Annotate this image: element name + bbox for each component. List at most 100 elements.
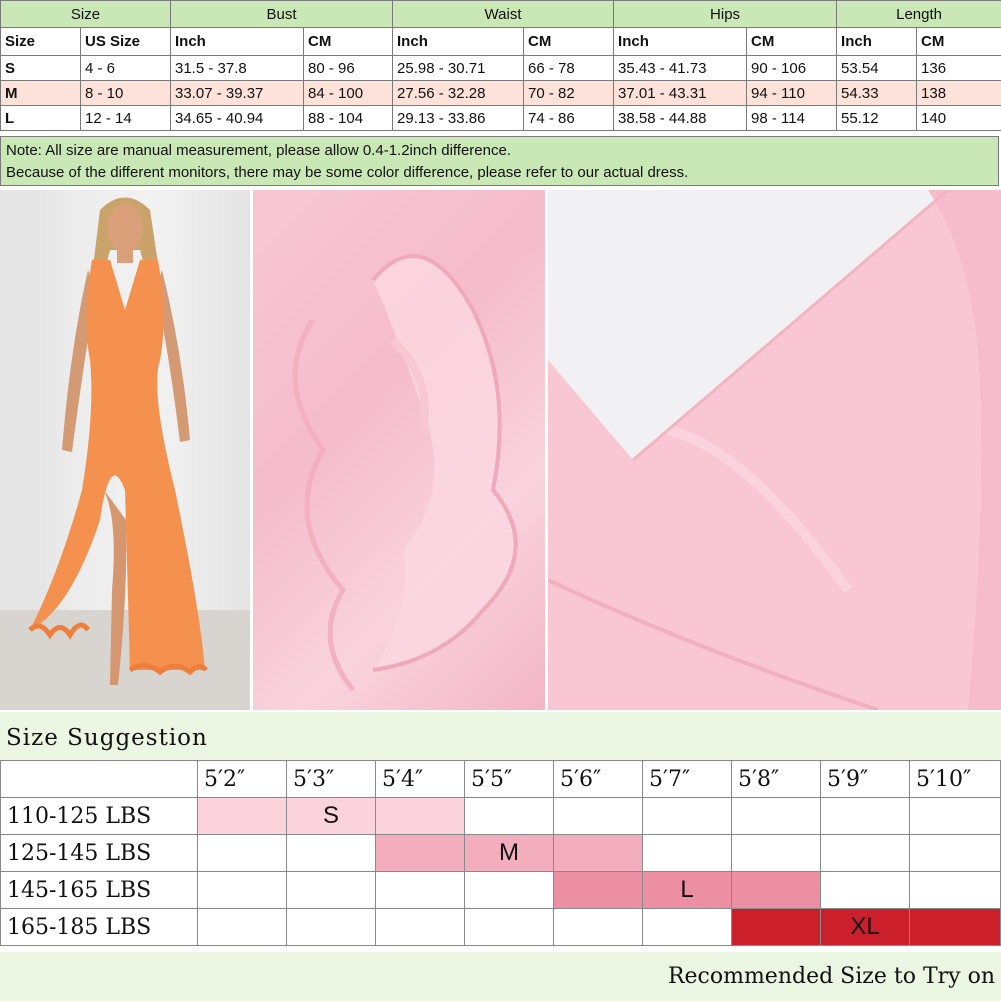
empty-cell	[643, 835, 732, 872]
empty-cell	[554, 909, 643, 946]
height-header: 5′9″	[821, 761, 910, 798]
model-photo	[0, 190, 250, 710]
sub-header: CM	[747, 28, 837, 56]
empty-cell	[465, 909, 554, 946]
table-cell: 29.13 - 33.86	[393, 106, 524, 131]
height-header: 5′7″	[643, 761, 732, 798]
empty-cell	[287, 835, 376, 872]
table-cell: 33.07 - 39.37	[171, 81, 304, 106]
note-line: Note: All size are manual measurement, p…	[1, 140, 998, 162]
empty-cell	[376, 872, 465, 909]
table-cell: 53.54	[837, 56, 917, 81]
sub-header: Inch	[614, 28, 747, 56]
weight-label: 125-145 LBS	[1, 835, 198, 872]
group-header-bust: Bust	[171, 1, 393, 28]
table-cell: 136	[917, 56, 1001, 81]
size-cell-l	[554, 872, 643, 909]
empty-cell	[732, 835, 821, 872]
recommended-size-footer: Recommended Size to Try on	[0, 952, 1001, 1001]
size-cell-s: S	[287, 798, 376, 835]
table-cell: 12 - 14	[81, 106, 171, 131]
table-cell: 70 - 82	[524, 81, 614, 106]
table-cell: 27.56 - 32.28	[393, 81, 524, 106]
table-cell: M	[1, 81, 81, 106]
table-row: L 12 - 14 34.65 - 40.94 88 - 104 29.13 -…	[1, 106, 1001, 131]
table-cell: 38.58 - 44.88	[614, 106, 747, 131]
ruffle-illustration	[253, 190, 545, 710]
height-header-row: 5′2″ 5′3″ 5′4″ 5′5″ 5′6″ 5′7″ 5′8″ 5′9″ …	[1, 761, 1001, 798]
size-suggestion-grid: 5′2″ 5′3″ 5′4″ 5′5″ 5′6″ 5′7″ 5′8″ 5′9″ …	[0, 760, 1001, 946]
height-header: 5′6″	[554, 761, 643, 798]
weight-row: 145-165 LBS L	[1, 872, 1001, 909]
size-cell-xl	[910, 909, 1001, 946]
note-line: Because of the different monitors, there…	[1, 162, 998, 184]
group-header-size: Size	[1, 1, 171, 28]
empty-cell	[198, 835, 287, 872]
size-cell-m	[376, 835, 465, 872]
table-cell: 94 - 110	[747, 81, 837, 106]
sub-header: Inch	[393, 28, 524, 56]
sub-header: Size	[1, 28, 81, 56]
table-cell: 138	[917, 81, 1001, 106]
corner-cell	[1, 761, 198, 798]
empty-cell	[465, 872, 554, 909]
empty-cell	[643, 909, 732, 946]
measurement-note: Note: All size are manual measurement, p…	[0, 136, 999, 186]
table-cell: 88 - 104	[304, 106, 393, 131]
table-cell: 25.98 - 30.71	[393, 56, 524, 81]
table-cell: 90 - 106	[747, 56, 837, 81]
table-cell: 35.43 - 41.73	[614, 56, 747, 81]
empty-cell	[198, 872, 287, 909]
empty-cell	[821, 835, 910, 872]
table-cell: 4 - 6	[81, 56, 171, 81]
sub-header: Inch	[171, 28, 304, 56]
empty-cell	[910, 872, 1001, 909]
empty-cell	[910, 835, 1001, 872]
empty-cell	[287, 872, 376, 909]
empty-cell	[910, 798, 1001, 835]
group-header-hips: Hips	[614, 1, 837, 28]
table-cell: 66 - 78	[524, 56, 614, 81]
neckline-detail-photo	[548, 190, 1001, 710]
size-chart-sub-header-row: Size US Size Inch CM Inch CM Inch CM Inc…	[1, 28, 1001, 56]
size-cell-s	[198, 798, 287, 835]
table-cell: 140	[917, 106, 1001, 131]
sub-header: Inch	[837, 28, 917, 56]
empty-cell	[732, 798, 821, 835]
table-cell: 84 - 100	[304, 81, 393, 106]
size-cell-xl	[732, 909, 821, 946]
empty-cell	[198, 909, 287, 946]
empty-cell	[376, 909, 465, 946]
size-cell-m: M	[465, 835, 554, 872]
ruffle-detail-photo	[253, 190, 545, 710]
table-cell: 80 - 96	[304, 56, 393, 81]
empty-cell	[821, 872, 910, 909]
height-header: 5′5″	[465, 761, 554, 798]
neckline-illustration	[548, 190, 1001, 710]
size-suggestion-title: Size Suggestion	[0, 712, 1001, 760]
table-cell: 55.12	[837, 106, 917, 131]
sub-header: CM	[524, 28, 614, 56]
group-header-length: Length	[837, 1, 1001, 28]
empty-cell	[643, 798, 732, 835]
model-illustration	[0, 190, 250, 710]
table-cell: 98 - 114	[747, 106, 837, 131]
empty-cell	[287, 909, 376, 946]
weight-label: 145-165 LBS	[1, 872, 198, 909]
weight-label: 165-185 LBS	[1, 909, 198, 946]
height-header: 5′8″	[732, 761, 821, 798]
empty-cell	[821, 798, 910, 835]
table-cell: 31.5 - 37.8	[171, 56, 304, 81]
table-cell: 34.65 - 40.94	[171, 106, 304, 131]
weight-row: 110-125 LBS S	[1, 798, 1001, 835]
sub-header: CM	[917, 28, 1001, 56]
size-cell-l: L	[643, 872, 732, 909]
table-cell: 74 - 86	[524, 106, 614, 131]
size-cell-m	[554, 835, 643, 872]
height-header: 5′10″	[910, 761, 1001, 798]
size-cell-s	[376, 798, 465, 835]
group-header-waist: Waist	[393, 1, 614, 28]
table-cell: S	[1, 56, 81, 81]
table-row: S 4 - 6 31.5 - 37.8 80 - 96 25.98 - 30.7…	[1, 56, 1001, 81]
weight-label: 110-125 LBS	[1, 798, 198, 835]
